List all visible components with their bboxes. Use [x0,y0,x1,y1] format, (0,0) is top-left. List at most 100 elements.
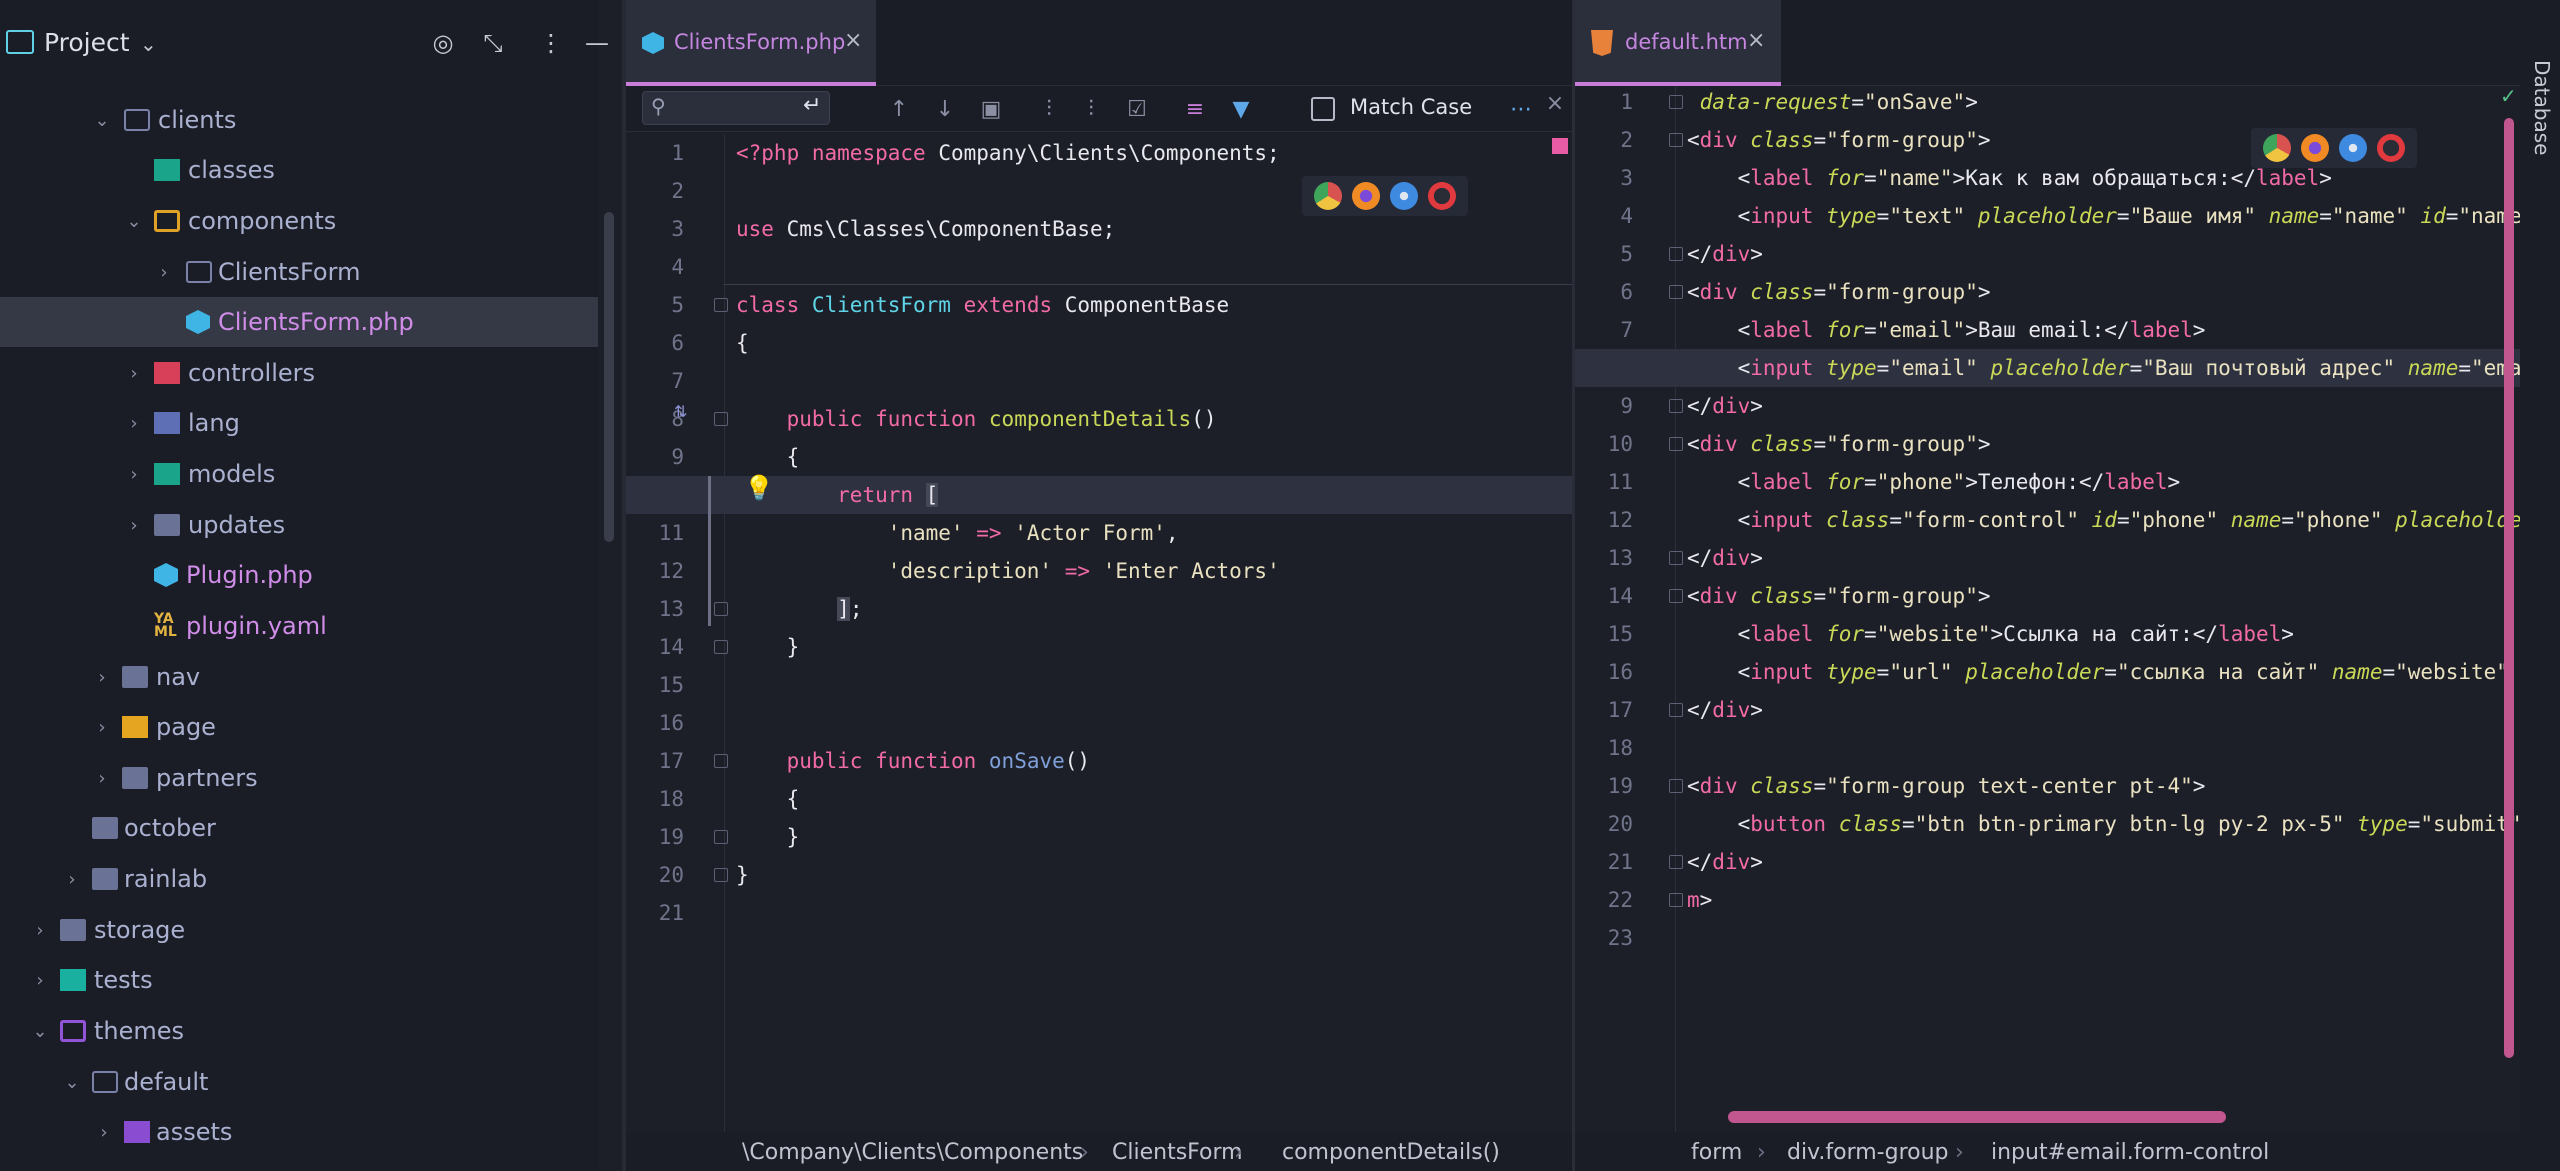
close-icon[interactable]: × [1747,28,1765,53]
tree-item-classes[interactable]: classes [0,145,598,195]
fold-marker[interactable] [1669,247,1683,261]
fold-marker[interactable] [1669,399,1683,413]
opera-icon[interactable] [1428,182,1456,210]
fold-marker[interactable] [714,754,728,768]
tree-item-components[interactable]: ⌄ components [0,196,598,246]
fold-marker[interactable] [714,868,728,882]
chevron-right-icon[interactable]: › [124,413,144,434]
code-line-8[interactable]: public function componentDetails() [736,400,1217,438]
chevron-down-icon[interactable]: ⌄ [62,1072,82,1093]
target-icon[interactable]: ◎ [428,28,458,58]
chevron-right-icon[interactable]: › [124,464,144,485]
fold-marker[interactable] [714,298,728,312]
breadcrumb-item[interactable]: componentDetails() [1282,1140,1500,1165]
add-selection-icon[interactable]: ⫶ [1036,96,1062,122]
tree-item-clientsform-php[interactable]: ClientsForm.php [0,297,598,347]
select-all-icon[interactable]: ☑ [1124,96,1150,122]
fold-marker[interactable] [1669,285,1683,299]
code-line-17[interactable]: </div> [1687,691,1763,729]
project-view-icon[interactable] [6,30,34,54]
chevron-right-icon[interactable]: › [30,920,50,941]
chevron-right-icon[interactable]: › [124,363,144,384]
tree-item-updates[interactable]: › updates [0,500,598,550]
tree-item-storage[interactable]: › storage [0,905,598,955]
breadcrumb-item[interactable]: input#email.form-control [1991,1140,2269,1165]
firefox-icon[interactable] [1352,182,1380,210]
fold-marker[interactable] [714,412,728,426]
code-line-8[interactable]: <input type="email" placeholder="Ваш поч… [1687,349,2520,387]
inspection-ok-icon[interactable]: ✓ [2500,84,2517,108]
breadcrumb-item[interactable]: form [1691,1140,1742,1165]
search-input[interactable]: ⚲ ↵ [642,91,830,125]
fold-marker[interactable] [714,602,728,616]
code-line-10[interactable]: <div class="form-group"> [1687,425,1991,463]
tree-item-rainlab[interactable]: › rainlab [0,854,598,904]
safari-icon[interactable] [2339,134,2367,162]
chevron-right-icon[interactable]: › [92,717,112,738]
fold-marker[interactable] [1669,893,1683,907]
collapse-all-icon[interactable]: ⤡ [478,28,508,58]
code-line-5[interactable]: class ClientsForm extends ComponentBase [736,286,1229,324]
tree-item-controllers[interactable]: › controllers [0,348,598,398]
close-find-icon[interactable]: × [1542,90,1568,116]
tree-item-default[interactable]: ⌄ default [0,1057,598,1107]
project-scrollbar[interactable] [604,212,614,542]
safari-icon[interactable] [1390,182,1418,210]
chevron-down-icon[interactable]: ⌄ [30,1021,50,1042]
opera-icon[interactable] [2377,134,2405,162]
implements-method-icon[interactable]: ⇅ [674,402,687,421]
vertical-scrollbar[interactable] [2504,118,2514,1058]
breadcrumb-item[interactable]: div.form-group [1787,1140,1949,1165]
tree-item-tests[interactable]: › tests [0,955,598,1005]
tree-item-october[interactable]: october [0,803,598,853]
breadcrumb-item[interactable]: ClientsForm [1112,1140,1243,1165]
code-line-15[interactable]: <label for="website">Ссылка на сайт:</la… [1687,615,2294,653]
chevron-down-icon[interactable]: ⌄ [92,110,112,131]
code-line-3[interactable]: <label for="name">Как к вам обращаться:<… [1687,159,2332,197]
code-line-7[interactable]: <label for="email">Ваш email:</label> [1687,311,2206,349]
code-line-19[interactable]: <div class="form-group text-center pt-4"… [1687,767,2205,805]
chrome-icon[interactable] [2263,134,2291,162]
tree-item-nav[interactable]: › nav [0,652,598,702]
code-line-9[interactable]: { [736,438,800,476]
filter-lines-icon[interactable]: ≡ [1182,96,1208,122]
code-line-13[interactable]: ]; [736,590,862,628]
minimize-icon[interactable]: — [582,28,612,58]
more-icon[interactable]: ⋯ [1508,96,1534,122]
tab-default-htm[interactable]: default.htm × [1575,0,1781,86]
code-line-1[interactable]: data-request="onSave"> [1687,83,1978,121]
tree-item-partners[interactable]: › partners [0,753,598,803]
fold-marker[interactable] [1669,437,1683,451]
code-line-20[interactable]: } [736,856,749,894]
tree-item-plugin-php[interactable]: Plugin.php [0,550,598,600]
tree-item-page[interactable]: › page [0,702,598,752]
code-line-19[interactable]: } [736,818,800,856]
tree-item-lang[interactable]: › lang [0,398,598,448]
breadcrumb-item[interactable]: \Company\Clients\Components [742,1140,1083,1165]
chrome-icon[interactable] [1314,182,1342,210]
code-line-18[interactable]: { [736,780,800,818]
code-line-2[interactable]: <div class="form-group"> [1687,121,1991,159]
tree-item-models[interactable]: › models [0,449,598,499]
firefox-icon[interactable] [2301,134,2329,162]
code-line-4[interactable]: <input type="text" placeholder="Ваше имя… [1687,197,2520,235]
project-title[interactable]: Project [44,28,130,57]
error-stripe-marker[interactable] [1552,138,1568,154]
chevron-right-icon[interactable]: › [154,262,174,283]
code-line-11[interactable]: 'name' => 'Actor Form', [736,514,1179,552]
code-line-22[interactable]: m> [1687,881,1712,919]
code-line-6[interactable]: <div class="form-group"> [1687,273,1991,311]
fold-marker[interactable] [714,830,728,844]
chevron-right-icon[interactable]: › [62,869,82,890]
code-line-11[interactable]: <label for="phone">Телефон:</label> [1687,463,2181,501]
fold-marker[interactable] [1669,779,1683,793]
fold-marker[interactable] [1669,855,1683,869]
code-line-13[interactable]: </div> [1687,539,1763,577]
chevron-right-icon[interactable]: › [92,667,112,688]
fold-marker[interactable] [1669,589,1683,603]
code-line-14[interactable]: } [736,628,800,666]
chevron-right-icon[interactable]: › [30,970,50,991]
close-icon[interactable]: × [844,28,862,53]
chevron-down-icon[interactable]: ⌄ [124,211,144,232]
code-line-3[interactable]: use Cms\Classes\ComponentBase; [736,210,1115,248]
